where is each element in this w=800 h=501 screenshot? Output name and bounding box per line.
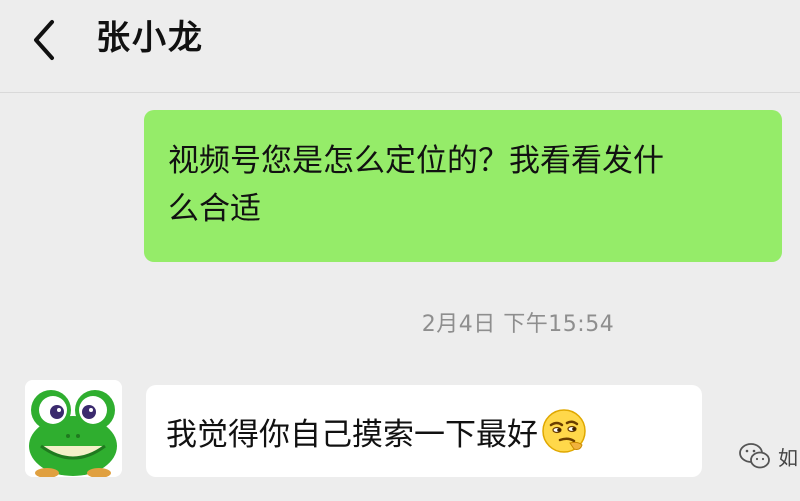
message-outgoing: 视频号您是怎么定位的？我看看发什 么合适 [144, 110, 782, 262]
avatar[interactable] [25, 380, 122, 477]
watermark: 如 [738, 438, 800, 474]
smirk-emoji-icon [542, 409, 586, 453]
contact-name: 张小龙 [96, 18, 204, 58]
message-line: 么合适 [168, 191, 261, 227]
incoming-bubble[interactable]: 我觉得你自己摸索一下最好 [146, 385, 702, 477]
back-button[interactable] [26, 16, 66, 64]
chat-header: 张小龙 [0, 0, 800, 93]
wechat-logo-icon [739, 443, 770, 469]
message-line: 视频号您是怎么定位的？我看看发什 [168, 143, 664, 179]
frog-avatar [25, 380, 122, 477]
outgoing-bubble[interactable]: 视频号您是怎么定位的？我看看发什 么合适 [144, 110, 782, 262]
timestamp: 2月4日 下午15:54 [0, 306, 800, 338]
chevron-left-icon [34, 20, 54, 60]
incoming-message-text: 我觉得你自己摸索一下最好 [166, 416, 538, 453]
watermark-text: 如 [778, 445, 798, 470]
timestamp-text: 2月4日 下午15:54 [421, 312, 615, 337]
